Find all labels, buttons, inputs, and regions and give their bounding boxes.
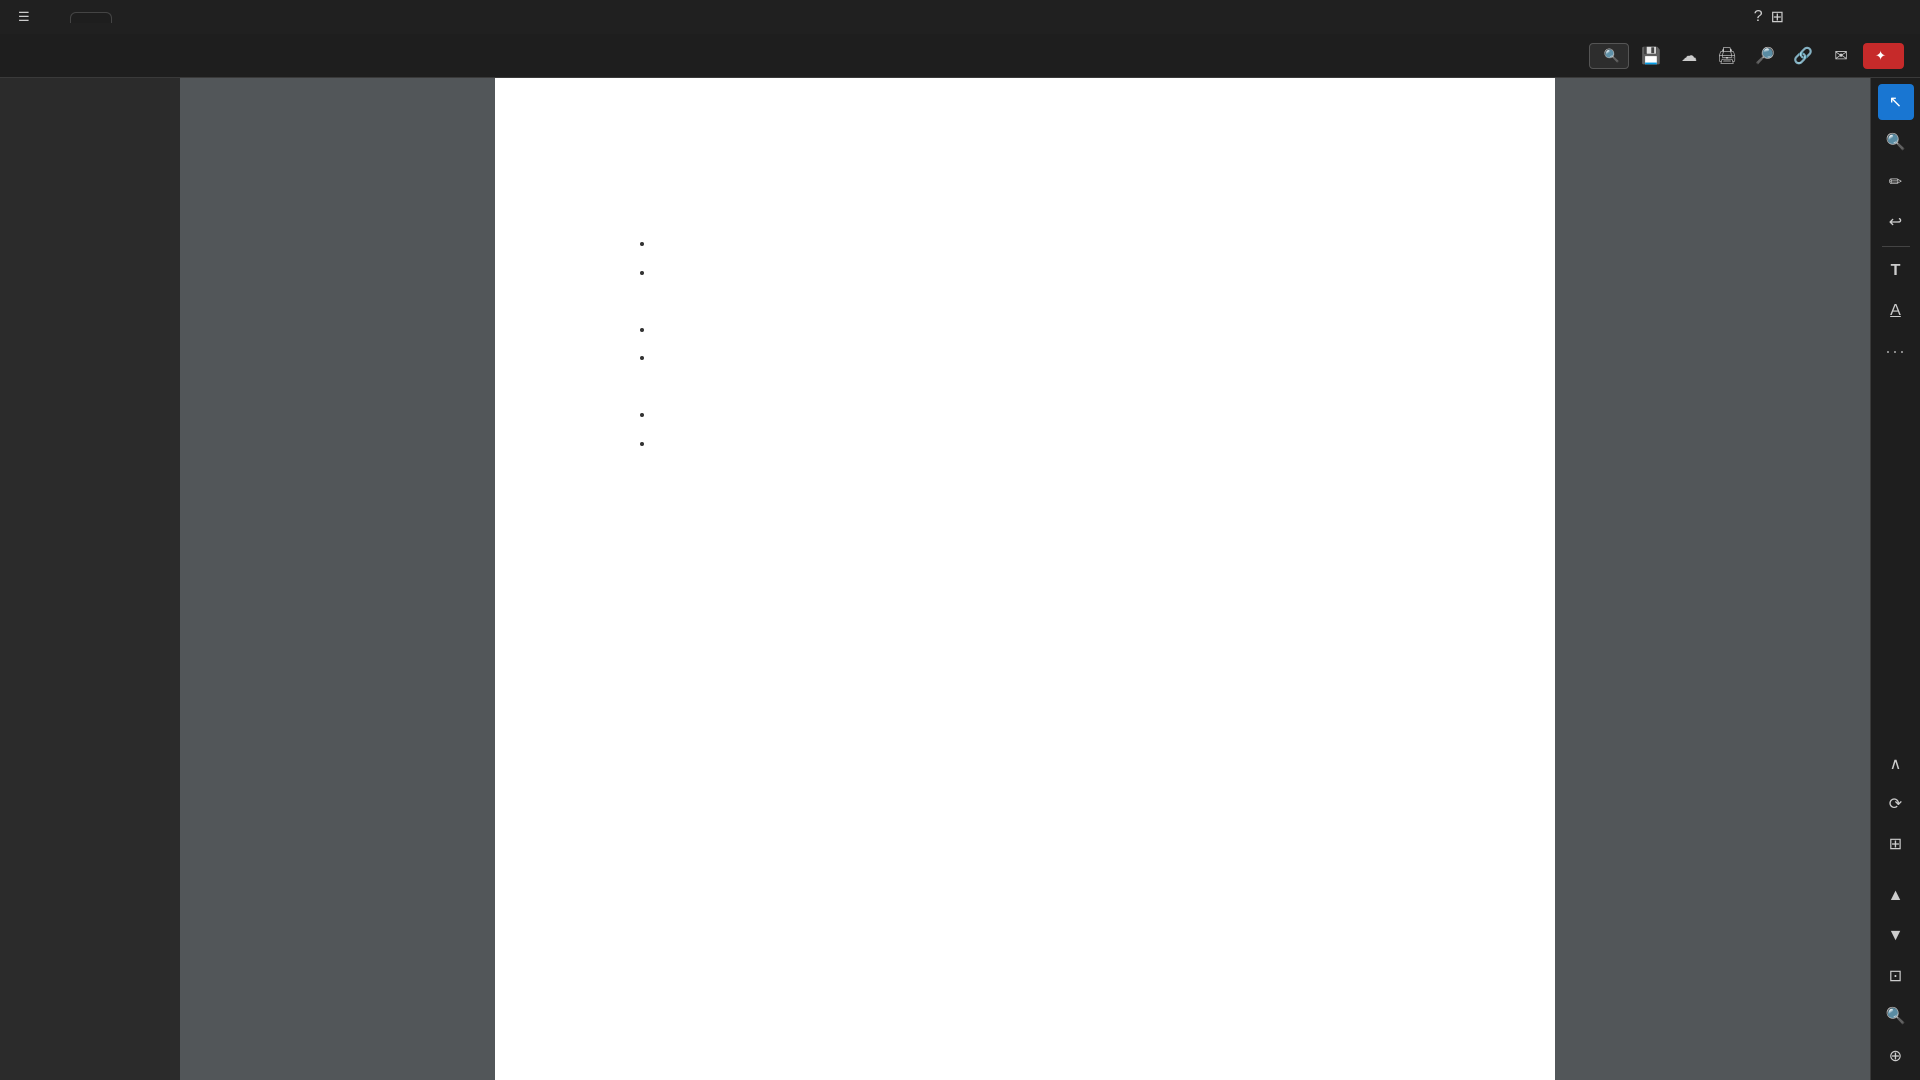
- zoom-reset-button[interactable]: ⊡: [1878, 958, 1914, 994]
- text-icon: T: [1891, 262, 1901, 280]
- zoom-tool[interactable]: 🔍: [1878, 124, 1914, 160]
- sidebar-divider: [1882, 246, 1910, 247]
- down-arrow-icon: ▼: [1888, 927, 1904, 945]
- sign-in-button[interactable]: [1792, 13, 1816, 21]
- pdf-page: [495, 78, 1555, 1080]
- zoom-button[interactable]: 🔎: [1749, 40, 1781, 72]
- chevron-up-icon: ∧: [1890, 754, 1902, 774]
- zoom-fit-icon: ⊞: [1889, 834, 1902, 854]
- find-search-icon: 🔍: [1604, 48, 1620, 64]
- cursor-icon: ↖: [1889, 92, 1902, 112]
- titlebar-left: ☰: [8, 5, 1754, 29]
- print-button[interactable]: 🖨: [1711, 40, 1743, 72]
- more-tools-button[interactable]: ···: [1878, 333, 1914, 369]
- pdf-container: [180, 78, 1870, 1080]
- highlight-icon: A: [1890, 302, 1901, 320]
- help-icon[interactable]: ?: [1754, 8, 1763, 26]
- ellipsis-icon: ···: [1885, 341, 1906, 362]
- pen-tool[interactable]: ✏: [1878, 164, 1914, 200]
- mail-icon: ✉: [1834, 46, 1847, 66]
- print-icon: 🖨: [1717, 46, 1737, 66]
- zoom-out-button[interactable]: 🔍: [1878, 998, 1914, 1034]
- list-item: [655, 401, 1475, 430]
- active-tab[interactable]: [70, 12, 112, 23]
- cursor-tool[interactable]: ↖: [1878, 84, 1914, 120]
- scroll-down-arrow[interactable]: ▼: [1878, 918, 1914, 954]
- list-item: [655, 230, 1475, 259]
- main-area: ↖ 🔍 ✏ ↩ T A ··· ∧ ⟳ ⊞: [0, 78, 1920, 1080]
- link-icon: 🔗: [1793, 46, 1813, 66]
- refresh-icon: ⟳: [1889, 794, 1902, 814]
- mail-button[interactable]: ✉: [1825, 40, 1857, 72]
- titlebar: ☰ ? ⊞: [0, 0, 1920, 34]
- zoom-in-button[interactable]: ⊕: [1878, 1038, 1914, 1074]
- save-icon: 💾: [1641, 46, 1661, 66]
- find-input[interactable]: 🔍: [1589, 43, 1629, 69]
- bullet-list-1: [615, 230, 1475, 288]
- list-item: [655, 316, 1475, 345]
- list-item: [655, 259, 1475, 288]
- save-button[interactable]: 💾: [1635, 40, 1667, 72]
- close-button[interactable]: [1888, 0, 1912, 34]
- cloud-icon: ☁: [1681, 46, 1697, 66]
- text-tool[interactable]: T: [1878, 253, 1914, 289]
- ai-icon: ✦: [1875, 48, 1886, 64]
- menu-button[interactable]: ☰: [8, 5, 46, 29]
- new-tab-button[interactable]: [114, 13, 134, 21]
- scroll-up-button[interactable]: ∧: [1878, 746, 1914, 782]
- right-sidebar: ↖ 🔍 ✏ ↩ T A ··· ∧ ⟳ ⊞: [1870, 78, 1920, 1080]
- hamburger-icon: ☰: [18, 9, 30, 25]
- minimize-button[interactable]: [1824, 0, 1848, 34]
- bullet-list-2: [615, 316, 1475, 374]
- zoom-out-icon: 🔍: [1886, 1006, 1906, 1026]
- list-item: [655, 430, 1475, 459]
- bullet-list-3: [615, 401, 1475, 459]
- restore-button[interactable]: [1856, 0, 1880, 34]
- toolbar: 🔍 💾 ☁ 🖨 🔎 🔗 ✉ ✦: [0, 34, 1920, 78]
- scroll-refresh-button[interactable]: ⟳: [1878, 786, 1914, 822]
- scroll-down-button[interactable]: ⊞: [1878, 826, 1914, 862]
- zoom-icon: 🔎: [1755, 46, 1775, 66]
- zoom-reset-icon: ⊡: [1889, 966, 1902, 986]
- left-margin: [0, 78, 180, 1080]
- tab-bar: [70, 12, 134, 23]
- toolbar-right: 🔍 💾 ☁ 🖨 🔎 🔗 ✉ ✦: [1589, 40, 1904, 72]
- esign-button[interactable]: [100, 51, 124, 61]
- zoom-magnify-icon: 🔍: [1886, 132, 1906, 152]
- undo-icon: ↩: [1889, 212, 1902, 232]
- up-arrow-icon: ▲: [1888, 887, 1904, 905]
- ai-assistant-button[interactable]: ✦: [1863, 43, 1904, 69]
- home-button[interactable]: [50, 13, 66, 21]
- all-tools-button[interactable]: [16, 51, 40, 61]
- share-button[interactable]: ☁: [1673, 40, 1705, 72]
- highlight-tool[interactable]: A: [1878, 293, 1914, 329]
- apps-grid-icon[interactable]: ⊞: [1771, 7, 1784, 27]
- link-button[interactable]: 🔗: [1787, 40, 1819, 72]
- scroll-up-arrow[interactable]: ▲: [1878, 878, 1914, 914]
- convert-button[interactable]: [72, 51, 96, 61]
- edit-button[interactable]: [44, 51, 68, 61]
- pen-icon: ✏: [1889, 172, 1902, 192]
- undo-tool[interactable]: ↩: [1878, 204, 1914, 240]
- list-item: [655, 344, 1475, 373]
- zoom-in-icon: ⊕: [1889, 1046, 1902, 1066]
- titlebar-right: ? ⊞: [1754, 0, 1912, 34]
